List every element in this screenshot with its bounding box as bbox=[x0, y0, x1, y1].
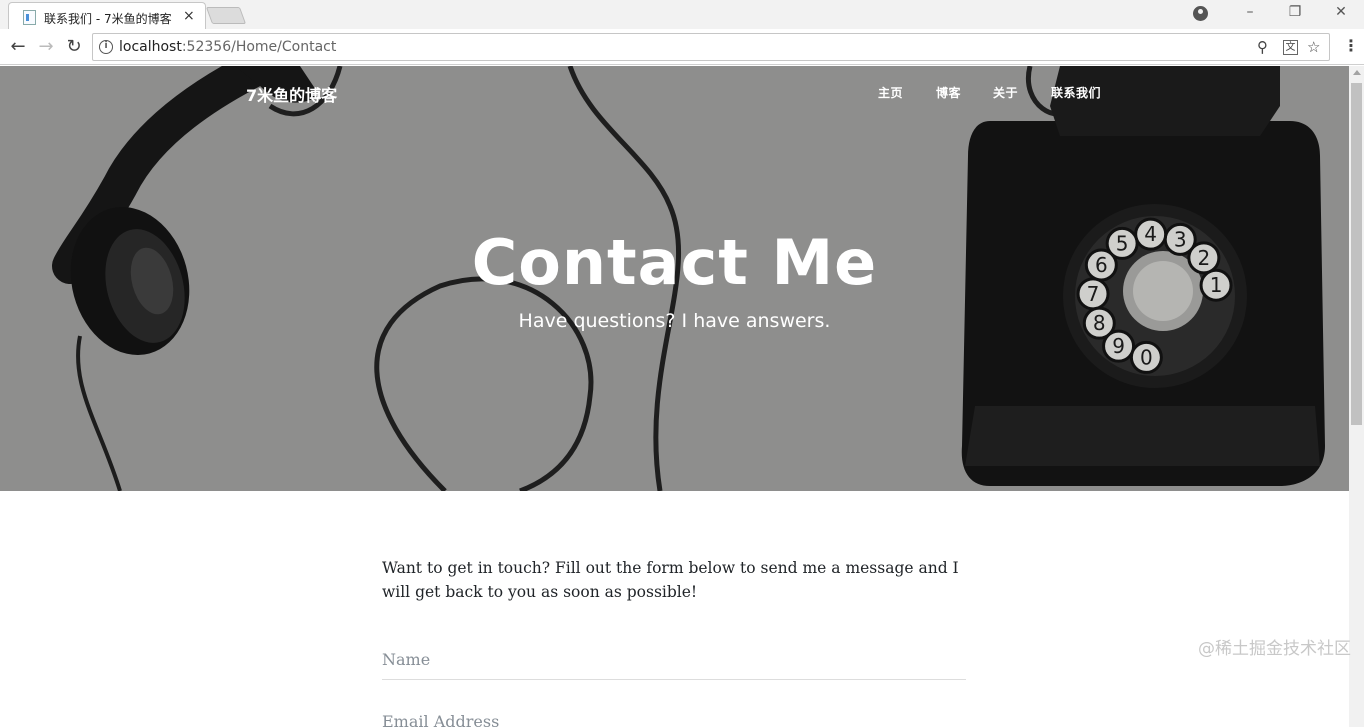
tab-close-icon[interactable]: × bbox=[183, 8, 195, 24]
new-tab-button[interactable] bbox=[205, 7, 247, 24]
profile-icon[interactable] bbox=[1193, 6, 1208, 21]
url-text[interactable]: localhost:52356/Home/Contact bbox=[119, 39, 336, 55]
watermark-text: @稀土掘金技术社区 bbox=[1198, 639, 1351, 659]
page-viewport: 1234567890 7米鱼的博客 主页 博客 关于 联系我们 Contact … bbox=[0, 66, 1349, 727]
site-info-icon[interactable]: i bbox=[99, 40, 113, 54]
site-brand[interactable]: 7米鱼的博客 bbox=[246, 82, 337, 106]
close-window-icon[interactable]: ✕ bbox=[1331, 4, 1351, 20]
dial-digit: 0 bbox=[1140, 345, 1153, 369]
masthead: 1234567890 7米鱼的博客 主页 博客 关于 联系我们 Contact … bbox=[0, 66, 1349, 491]
nav-link-home[interactable]: 主页 bbox=[878, 84, 903, 101]
browser-tab-active[interactable]: 联系我们 - 7米鱼的博客 × bbox=[8, 2, 206, 30]
scroll-up-arrow-icon[interactable] bbox=[1353, 70, 1361, 75]
tab-title: 联系我们 - 7米鱼的博客 bbox=[44, 12, 172, 26]
contact-intro-text: Want to get in touch? Fill out the form … bbox=[382, 559, 959, 601]
name-field[interactable] bbox=[382, 640, 966, 680]
page-subheading: Have questions? I have answers. bbox=[518, 310, 831, 332]
bookmark-star-icon[interactable]: ☆ bbox=[1307, 38, 1320, 56]
dial-digit: 9 bbox=[1112, 334, 1125, 358]
forward-arrow-icon[interactable]: → bbox=[36, 36, 56, 57]
minimize-icon[interactable]: – bbox=[1240, 4, 1260, 20]
back-arrow-icon[interactable]: ← bbox=[8, 36, 28, 57]
browser-tabstrip: 联系我们 - 7米鱼的博客 × – ❐ ✕ bbox=[0, 0, 1364, 30]
browser-menu-icon[interactable]: ⋮ bbox=[1343, 36, 1359, 55]
page-scrollbar[interactable] bbox=[1349, 66, 1364, 727]
nav-link-about[interactable]: 关于 bbox=[993, 84, 1018, 101]
restore-icon[interactable]: ❐ bbox=[1285, 4, 1305, 20]
reload-icon[interactable]: ↻ bbox=[64, 36, 84, 57]
page-heading: Contact Me bbox=[471, 226, 878, 299]
page-favicon-icon bbox=[23, 10, 36, 25]
nav-link-blog[interactable]: 博客 bbox=[936, 84, 961, 101]
translate-icon[interactable]: 文 bbox=[1283, 40, 1298, 55]
nav-link-contact[interactable]: 联系我们 bbox=[1051, 84, 1101, 101]
browser-toolbar: ← → ↻ i localhost:52356/Home/Contact ⚲ 文… bbox=[0, 29, 1364, 65]
zoom-icon[interactable]: ⚲ bbox=[1257, 38, 1268, 56]
scrollbar-thumb[interactable] bbox=[1351, 83, 1362, 425]
email-field[interactable] bbox=[382, 702, 966, 727]
address-bar[interactable]: i localhost:52356/Home/Contact ⚲ 文 ☆ bbox=[92, 33, 1330, 61]
